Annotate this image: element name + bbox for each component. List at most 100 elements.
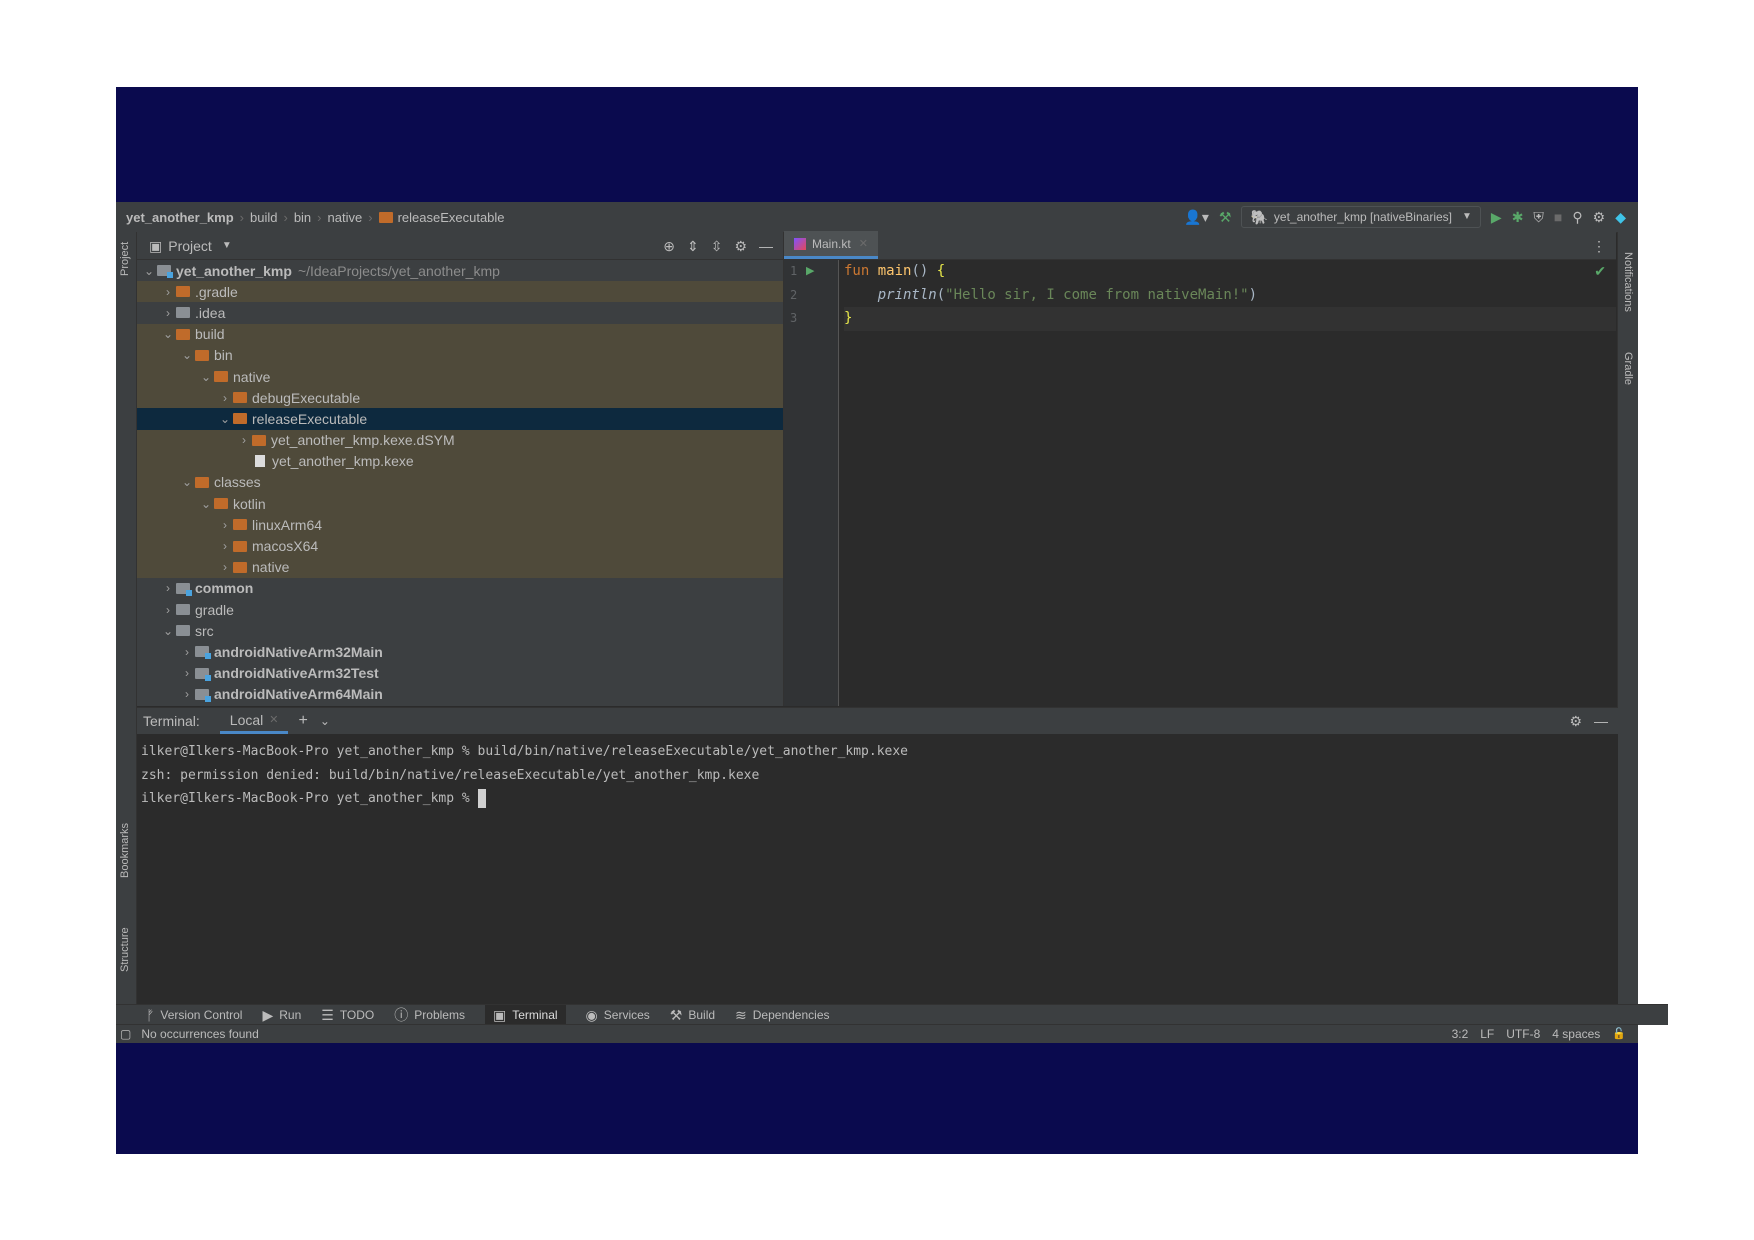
gear-icon[interactable]: ⚙ xyxy=(1569,714,1582,728)
tree-row[interactable]: › macosX64 xyxy=(137,535,783,557)
tool-dependencies[interactable]: ≋ Dependencies xyxy=(735,1008,829,1022)
tab-main-kt[interactable]: Main.kt ✕ xyxy=(784,231,878,259)
toggle-tool-windows-icon[interactable]: ▢ xyxy=(120,1027,131,1041)
chevron-right-icon[interactable]: › xyxy=(160,581,176,595)
chevron-down-icon[interactable]: ▼ xyxy=(222,239,232,253)
breadcrumb-release-executable[interactable]: releaseExecutable xyxy=(398,210,505,225)
breadcrumb-native[interactable]: native xyxy=(328,210,363,225)
build-hammer-icon[interactable]: ⚒ xyxy=(1219,210,1232,224)
breadcrumb-build[interactable]: build xyxy=(250,210,277,225)
tree-label: native xyxy=(233,368,271,385)
chevron-down-icon[interactable]: ⌄ xyxy=(179,348,195,362)
project-tool-tab[interactable]: Project xyxy=(119,242,131,276)
tool-build[interactable]: ⚒ Build xyxy=(670,1008,715,1022)
folder-icon xyxy=(378,211,393,223)
tool-todo[interactable]: ☰ TODO xyxy=(321,1008,374,1022)
chevron-right-icon[interactable]: › xyxy=(160,285,176,299)
hide-icon[interactable]: — xyxy=(759,239,773,253)
tree-row-root[interactable]: ⌄ yet_another_kmp ~/IdeaProjects/yet_ano… xyxy=(137,260,783,281)
gear-icon[interactable]: ⚙ xyxy=(1593,210,1606,224)
breadcrumb-project[interactable]: yet_another_kmp xyxy=(126,210,234,225)
tree-row[interactable]: ⌄ bin xyxy=(137,344,783,366)
more-options-icon[interactable]: ⋮ xyxy=(1592,239,1606,253)
terminal-output[interactable]: ilker@Ilkers-MacBook-Pro yet_another_kmp… xyxy=(137,734,1618,817)
tool-version-control[interactable]: ᚠ Version Control xyxy=(146,1008,242,1022)
tool-problems[interactable]: ⓘ Problems xyxy=(394,1008,465,1022)
tree-row[interactable]: › yet_another_kmp.kexe.dSYM xyxy=(137,429,783,451)
chevron-right-icon[interactable]: › xyxy=(217,391,233,405)
user-icon[interactable]: 👤▾ xyxy=(1184,210,1208,224)
gradle-tool-tab[interactable]: Gradle xyxy=(1622,352,1634,385)
project-panel-title[interactable]: Project xyxy=(168,238,212,254)
chevron-down-icon[interactable]: ⌄ xyxy=(160,327,176,341)
jetbrains-logo-icon[interactable]: ◆ xyxy=(1615,210,1626,224)
notifications-tool-tab[interactable]: Notifications xyxy=(1622,252,1634,312)
lock-icon[interactable]: 🔓 xyxy=(1612,1027,1626,1041)
run-icon[interactable]: ▶ xyxy=(1491,210,1502,224)
chevron-down-icon[interactable]: ⌄ xyxy=(320,714,330,728)
collapse-all-icon[interactable]: ⇳ xyxy=(711,239,723,253)
locate-icon[interactable]: ⊕ xyxy=(663,239,675,253)
tree-row[interactable]: ⌄ native xyxy=(137,365,783,388)
tab-terminal-local[interactable]: Local ✕ xyxy=(219,708,289,734)
file-encoding[interactable]: UTF-8 xyxy=(1506,1027,1540,1041)
chevron-down-icon[interactable]: ⌄ xyxy=(160,624,176,638)
module-folder-icon xyxy=(195,667,211,681)
chevron-right-icon[interactable]: › xyxy=(217,539,233,553)
tree-row[interactable]: › gradle xyxy=(137,599,783,620)
tree-row[interactable]: › debugExecutable xyxy=(137,387,783,409)
structure-tool-tab[interactable]: Structure xyxy=(119,927,131,972)
tree-row-selected[interactable]: ⌄ releaseExecutable xyxy=(137,408,783,430)
tree-row[interactable]: › .gradle xyxy=(137,281,783,303)
chevron-right-icon[interactable]: › xyxy=(160,306,176,320)
tree-row[interactable]: › common xyxy=(137,578,783,599)
chevron-right-icon[interactable]: › xyxy=(236,433,252,447)
tree-row[interactable]: › .idea xyxy=(137,302,783,323)
tree-row[interactable]: ⌄ build xyxy=(137,323,783,345)
hide-icon[interactable]: — xyxy=(1594,714,1608,728)
tree-row[interactable]: yet_another_kmp.kexe xyxy=(137,450,783,472)
tree-row[interactable]: ⌄ classes xyxy=(137,471,783,494)
tree-row[interactable]: › native xyxy=(137,556,783,578)
chevron-down-icon[interactable]: ⌄ xyxy=(198,370,214,384)
chevron-right-icon[interactable]: › xyxy=(160,603,176,617)
line-separator[interactable]: LF xyxy=(1480,1027,1494,1041)
tree-row[interactable]: › androidNativeArm64Main xyxy=(137,684,783,705)
close-icon[interactable]: ✕ xyxy=(269,713,278,727)
chevron-right-icon[interactable]: › xyxy=(179,666,195,680)
indent-setting[interactable]: 4 spaces xyxy=(1552,1027,1600,1041)
search-icon[interactable]: ⚲ xyxy=(1572,210,1582,224)
tool-services[interactable]: ◉ Services xyxy=(586,1008,650,1022)
code-content[interactable]: fun main() { println("Hello sir, I come … xyxy=(844,260,1616,331)
tree-row[interactable]: ⌄ kotlin xyxy=(137,493,783,515)
chevron-down-icon[interactable]: ⌄ xyxy=(217,412,233,426)
tool-terminal[interactable]: ▣ Terminal xyxy=(484,1005,566,1025)
tree-row[interactable]: ⌄ src xyxy=(137,620,783,641)
chevron-down-icon[interactable]: ⌄ xyxy=(141,264,157,278)
chevron-right-icon[interactable]: › xyxy=(179,645,195,659)
run-configuration-select[interactable]: 🐘 yet_another_kmp [nativeBinaries] ▼ xyxy=(1241,206,1481,228)
bookmarks-tool-tab[interactable]: Bookmarks xyxy=(119,823,131,878)
expand-all-icon[interactable]: ⇕ xyxy=(687,239,699,253)
tool-run[interactable]: ▶ Run xyxy=(262,1008,301,1022)
add-terminal-icon[interactable]: + xyxy=(298,713,307,729)
run-gutter-icon[interactable]: ▶ xyxy=(806,264,814,278)
close-icon[interactable]: ✕ xyxy=(859,237,868,251)
debug-icon[interactable]: ✱ xyxy=(1512,210,1524,224)
chevron-right-icon[interactable]: › xyxy=(179,687,195,701)
caret-position[interactable]: 3:2 xyxy=(1452,1027,1469,1041)
chevron-down-icon[interactable]: ⌄ xyxy=(198,497,214,511)
gear-icon[interactable]: ⚙ xyxy=(734,239,747,253)
inspection-ok-icon[interactable]: ✔ xyxy=(1594,264,1606,278)
chevron-right-icon[interactable]: › xyxy=(217,560,233,574)
folder-icon xyxy=(195,349,209,361)
stop-icon[interactable]: ■ xyxy=(1554,210,1562,224)
chevron-down-icon[interactable]: ⌄ xyxy=(179,475,195,489)
terminal-panel: Terminal: Local ✕ + ⌄ ⚙ — ilker@Ilkers-M… xyxy=(137,707,1618,1005)
tree-row[interactable]: › androidNativeArm32Test xyxy=(137,663,783,684)
tree-row[interactable]: › androidNativeArm32Main xyxy=(137,641,783,662)
tree-row[interactable]: › linuxArm64 xyxy=(137,514,783,536)
chevron-right-icon[interactable]: › xyxy=(217,518,233,532)
breadcrumb-bin[interactable]: bin xyxy=(294,210,311,225)
coverage-icon[interactable]: ⛨ xyxy=(1533,210,1544,224)
